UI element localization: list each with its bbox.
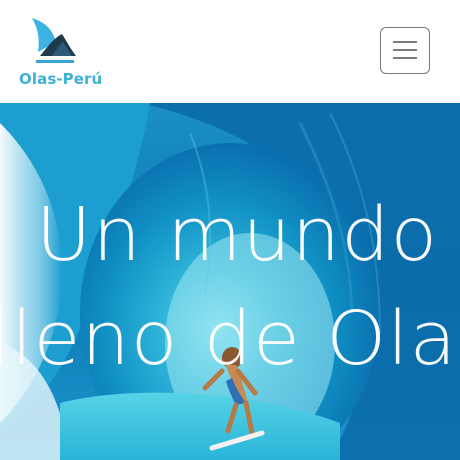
menu-bar — [393, 57, 417, 59]
menu-bar — [393, 41, 417, 43]
brand-logo-link[interactable]: Olas-Perú — [18, 14, 114, 94]
hamburger-menu-button[interactable] — [380, 27, 430, 74]
hero-banner: Un mundo lleno de Olas — [0, 103, 460, 460]
shark-fin-logo-icon — [32, 18, 76, 63]
menu-bar — [393, 49, 417, 51]
hero-title-line2: lleno de Olas — [0, 296, 460, 382]
hero-title: Un mundo lleno de Olas — [0, 198, 460, 376]
site-header: Olas-Perú — [0, 0, 460, 103]
brand-name: Olas-Perú — [19, 70, 103, 88]
hero-title-line1: Un mundo — [35, 192, 439, 278]
